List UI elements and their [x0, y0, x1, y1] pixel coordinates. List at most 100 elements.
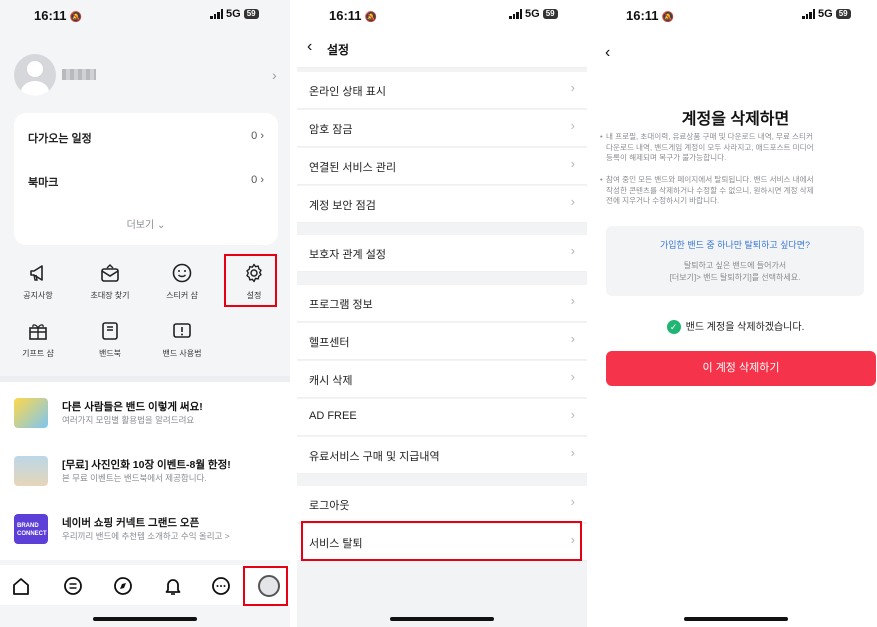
chevron-right-icon: ›: [570, 293, 575, 308]
grid-item-notice[interactable]: 공지사항: [10, 262, 66, 301]
banner-item[interactable]: 다른 사람들은 밴드 이렇게 써요! 여러가지 모임별 활용법을 알려드려요: [0, 386, 290, 442]
home-indicator: [93, 617, 197, 621]
grid-item-invite[interactable]: 초대장 찾기: [82, 262, 138, 301]
page-title: 계정을 삭제하면: [681, 111, 790, 128]
chevron-right-icon: ›: [570, 156, 575, 171]
grid-item-guide[interactable]: 밴드 사용법: [154, 320, 210, 359]
silent-bell-icon: 🔕: [364, 12, 377, 23]
signal-icon: [509, 9, 522, 19]
info-desc: 탈퇴하고 싶은 밴드에 들어가서: [683, 261, 787, 270]
banner-desc: 여러가지 모임별 활용법을 알려드려요: [62, 415, 195, 425]
item-label: 헬프센터: [309, 337, 350, 349]
megaphone-icon: [30, 265, 43, 281]
status-bar: 16:11 🔕 5G 59: [297, 0, 587, 30]
settings-item[interactable]: 계정 보안 점검 ›: [297, 186, 587, 223]
grid-label: 공지사항: [23, 291, 53, 300]
chat-icon[interactable]: [210, 575, 232, 597]
notice-bullet-2: 참여 중인 모든 밴드와 페이지에서 탈퇴됩니다. 밴드 서비스 내에서 작성한…: [600, 175, 864, 207]
settings-item[interactable]: 온라인 상태 표시 ›: [297, 72, 587, 109]
feed-icon[interactable]: [62, 575, 84, 597]
book-icon: [102, 322, 118, 340]
agree-checkbox[interactable]: ✓ 밴드 계정을 삭제하겠습니다.: [594, 318, 877, 335]
signal-icon: [210, 9, 223, 19]
chevron-right-icon: ›: [570, 194, 575, 209]
more-link[interactable]: 더보기 ⌄: [14, 216, 278, 231]
upcoming-label: 다가오는 일정: [28, 133, 92, 145]
bookmark-label: 북마크: [28, 177, 59, 189]
item-label: AD FREE: [309, 410, 357, 422]
avatar[interactable]: [14, 54, 56, 96]
chevron-right-icon: ›: [570, 445, 575, 460]
item-label: 연결된 서비스 관리: [309, 162, 397, 174]
settings-item[interactable]: AD FREE ›: [297, 399, 587, 436]
banner-item[interactable]: [무료] 사진인화 10장 이벤트-8월 한정! 본 무료 이벤트는 밴드북에서…: [0, 444, 290, 500]
check-icon: ✓: [666, 320, 681, 335]
banner-title: 네이버 쇼핑 커넥트 그랜드 오픈: [62, 517, 200, 529]
delete-account-button[interactable]: 이 계정 삭제하기: [606, 351, 876, 386]
invite-mail-icon: [101, 264, 119, 282]
time-text: 16:11: [626, 8, 659, 23]
notice-line: 내 프로필, 초대이력, 유료상품 구매 및 다운로드 내역, 무료 스티커: [606, 132, 813, 141]
smiley-icon: [172, 263, 192, 283]
notice-line: 등록이 해제되며 복구가 불가능합니다.: [606, 153, 727, 162]
time-text: 16:11: [329, 8, 362, 23]
back-icon[interactable]: ‹: [307, 38, 312, 56]
banner-desc: 우리끼리 밴드에 추천템 소개하고 수익 올리고 >: [62, 531, 230, 541]
home-indicator: [390, 617, 494, 621]
photo-thumbnail: [14, 456, 48, 486]
explore-icon[interactable]: [112, 575, 134, 597]
home-icon[interactable]: [10, 575, 32, 597]
notice-bullet-1: 내 프로필, 초대이력, 유료상품 구매 및 다운로드 내역, 무료 스티커 다…: [600, 132, 864, 164]
chevron-right-icon: ›: [272, 67, 277, 83]
help-book-icon: [173, 323, 191, 338]
upcoming-schedule-row[interactable]: 다가오는 일정 0 ›: [28, 130, 264, 150]
network-label: 5G: [525, 8, 540, 20]
grid-label: 스티커 샵: [166, 291, 198, 300]
settings-header: ‹ 설정: [297, 30, 587, 68]
battery-icon: 59: [835, 9, 851, 19]
notification-icon[interactable]: [162, 575, 184, 597]
settings-item[interactable]: 연결된 서비스 관리 ›: [297, 148, 587, 185]
profile-header[interactable]: ›: [0, 30, 290, 112]
item-label: 프로그램 정보: [309, 299, 373, 311]
signal-group: 5G 59: [210, 8, 259, 20]
item-label: 유료서비스 구매 및 지급내역: [309, 451, 440, 463]
agree-label: 밴드 계정을 삭제하겠습니다.: [685, 322, 805, 333]
grid-label: 밴드 사용법: [162, 349, 202, 358]
settings-item[interactable]: 암호 잠금 ›: [297, 110, 587, 147]
banner-desc: 본 무료 이벤트는 밴드북에서 제공합니다.: [62, 473, 207, 483]
item-label: 로그아웃: [309, 500, 350, 512]
settings-item[interactable]: 보호자 관계 설정 ›: [297, 235, 587, 272]
info-desc: [더보기]> 밴드 탈퇴하기]를 선택하세요.: [669, 273, 801, 282]
settings-item[interactable]: 프로그램 정보 ›: [297, 285, 587, 322]
status-time: 16:11 🔕: [34, 8, 82, 23]
brand-connect-thumbnail: BRAND CONNECT: [14, 514, 48, 544]
chevron-right-icon: ›: [570, 407, 575, 422]
item-label: 계정 보안 점검: [309, 200, 376, 212]
highlight-profile-tab: [243, 566, 288, 606]
signal-group: 5G 59: [509, 8, 558, 20]
settings-item[interactable]: 유료서비스 구매 및 지급내역 ›: [297, 437, 587, 474]
chevron-right-icon: ›: [570, 494, 575, 509]
status-time: 16:11 🔕: [626, 8, 674, 23]
leave-band-info: 가입한 밴드 중 하나만 탈퇴하고 싶다면? 탈퇴하고 싶은 밴드에 들어가서 …: [606, 226, 864, 296]
notice-line: 다운로드 내역, 밴드게임 계정이 모두 사라지고, 애드포스트 미디어: [606, 142, 814, 152]
grid-item-sticker[interactable]: 스티커 샵: [154, 262, 210, 301]
settings-item[interactable]: 헬프센터 ›: [297, 323, 587, 360]
profile-name-blurred: [62, 69, 96, 80]
settings-item[interactable]: 캐시 삭제 ›: [297, 361, 587, 398]
grid-item-bandbook[interactable]: 밴드북: [82, 320, 138, 359]
bookmark-row[interactable]: 북마크 0 ›: [28, 174, 264, 194]
silent-bell-icon: 🔕: [69, 12, 82, 23]
item-label: 온라인 상태 표시: [309, 86, 386, 98]
grid-item-gift[interactable]: 기프트 샵: [10, 320, 66, 359]
chevron-right-icon: ›: [570, 118, 575, 133]
leave-band-link[interactable]: 가입한 밴드 중 하나만 탈퇴하고 싶다면?: [606, 238, 864, 251]
settings-screen: 16:11 🔕 5G 59 ‹ 설정 온라인 상태 표시 › 암호 잠금 › 연결된 …: [297, 0, 587, 627]
back-icon[interactable]: ‹: [605, 44, 610, 62]
banner-item[interactable]: BRAND CONNECT 네이버 쇼핑 커넥트 그랜드 오픈 우리끼리 밴드에…: [0, 502, 290, 558]
item-label: 보호자 관계 설정: [309, 249, 386, 261]
signal-icon: [802, 9, 815, 19]
bookmark-count: 0 ›: [251, 174, 264, 186]
settings-item[interactable]: 로그아웃 ›: [297, 486, 587, 523]
